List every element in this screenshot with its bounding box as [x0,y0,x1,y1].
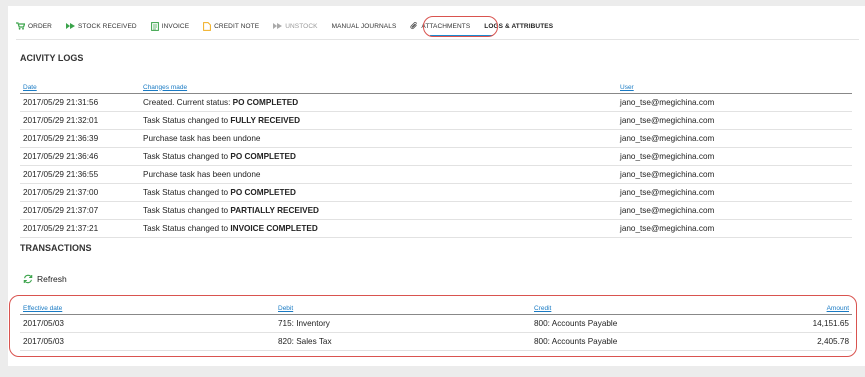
change-text: Purchase task has been undone [143,134,261,143]
tab-label: ORDER [28,22,52,30]
tab-manual-journals[interactable]: MANUAL JOURNALS [332,23,397,30]
invoice-icon [150,21,159,31]
tab-label: CREDIT NOTE [214,22,260,30]
note-icon [203,21,212,31]
refresh-label: Refresh [37,274,67,284]
tab-invoice[interactable]: INVOICE [150,21,190,31]
credit-column-header[interactable]: Credit [534,305,551,312]
log-user: jano_tse@megichina.com [617,129,852,148]
table-row: 2017/05/29 21:32:01 Task Status changed … [20,111,852,130]
tab-order[interactable]: ORDER [16,22,52,30]
log-change: Task Status changed to INVOICE COMPLETED [140,219,617,238]
refresh-button[interactable]: Refresh [23,274,67,284]
tx-amount: 2,405.78 [731,332,852,351]
log-change: Purchase task has been undone [140,165,617,184]
change-text: Task Status changed to [143,116,231,125]
table-header-row: Date Changes made User [20,79,852,94]
table-header-row: Effective date Debit Credit Amount [20,300,852,315]
tab-label: INVOICE [161,22,190,30]
main-panel: ORDER STOCK RECEIVED INVOICE CREDIT NOTE… [8,6,865,366]
paperclip-icon [410,22,418,30]
log-date: 2017/05/29 21:37:21 [20,219,140,238]
truck-icon [273,22,283,30]
log-date: 2017/05/29 21:32:01 [20,111,140,130]
activity-logs-title: ACIVITY LOGS [20,53,84,63]
log-date: 2017/05/29 21:36:39 [20,129,140,148]
tab-label: STOCK RECEIVED [77,22,137,30]
change-text: Created. Current status: [143,98,233,107]
table-row: 2017/05/29 21:37:07 Task Status changed … [20,201,852,220]
effective-date-column-header[interactable]: Effective date [23,305,62,312]
log-user: jano_tse@megichina.com [617,201,852,220]
activity-logs-table: Date Changes made User 2017/05/29 21:31:… [20,79,852,238]
log-date: 2017/05/29 21:31:56 [20,93,140,112]
table-row: 2017/05/03 820: Sales Tax 800: Accounts … [20,332,852,351]
log-change: Task Status changed to FULLY RECEIVED [140,111,617,130]
change-text: Task Status changed to [143,152,231,161]
tab-label: MANUAL JOURNALS [331,22,397,30]
debit-column-header[interactable]: Debit [278,305,293,312]
table-row: 2017/05/29 21:36:55 Purchase task has be… [20,165,852,184]
tx-amount: 14,151.65 [731,314,852,333]
changes-column-header[interactable]: Changes made [143,84,187,91]
log-change: Created. Current status: PO COMPLETED [140,93,617,112]
change-status: PO COMPLETED [230,188,296,197]
tab-divider [16,39,859,40]
log-user: jano_tse@megichina.com [617,93,852,112]
log-change: Task Status changed to PARTIALLY RECEIVE… [140,201,617,220]
table-row: 2017/05/29 21:36:39 Purchase task has be… [20,129,852,148]
change-text: Purchase task has been undone [143,170,261,179]
log-change: Task Status changed to PO COMPLETED [140,183,617,202]
table-row: 2017/05/29 21:36:46 Task Status changed … [20,147,852,166]
log-change: Purchase task has been undone [140,129,617,148]
tx-debit: 820: Sales Tax [275,332,531,351]
log-change: Task Status changed to PO COMPLETED [140,147,617,166]
change-status: PARTIALLY RECEIVED [230,206,319,215]
tx-debit: 715: Inventory [275,314,531,333]
tab-label: UNSTOCK [285,22,318,30]
log-user: jano_tse@megichina.com [617,183,852,202]
tx-effective-date: 2017/05/03 [20,332,275,351]
log-user: jano_tse@megichina.com [617,111,852,130]
change-status: INVOICE COMPLETED [230,224,318,233]
log-date: 2017/05/29 21:36:55 [20,165,140,184]
truck-icon [65,22,75,30]
tx-credit: 800: Accounts Payable [531,314,731,333]
table-row: 2017/05/29 21:31:56 Created. Current sta… [20,93,852,112]
transactions-table: Effective date Debit Credit Amount 2017/… [20,300,852,351]
change-text: Task Status changed to [143,188,231,197]
change-text: Task Status changed to [143,206,231,215]
tx-effective-date: 2017/05/03 [20,314,275,333]
table-row: 2017/05/29 21:37:00 Task Status changed … [20,183,852,202]
refresh-icon [23,274,33,284]
change-status: PO COMPLETED [232,98,299,107]
log-date: 2017/05/29 21:37:07 [20,201,140,220]
change-status: PO COMPLETED [230,152,296,161]
log-user: jano_tse@megichina.com [617,165,852,184]
amount-column-header[interactable]: Amount [827,305,849,312]
tx-credit: 800: Accounts Payable [531,332,731,351]
table-row: 2017/05/29 21:37:21 Task Status changed … [20,219,852,238]
log-date: 2017/05/29 21:37:00 [20,183,140,202]
table-row: 2017/05/03 715: Inventory 800: Accounts … [20,314,852,333]
tab-credit-note[interactable]: CREDIT NOTE [203,21,260,31]
change-text: Task Status changed to [143,224,231,233]
user-column-header[interactable]: User [620,84,634,91]
tab-unstock[interactable]: UNSTOCK [273,22,317,30]
tab-stock-received[interactable]: STOCK RECEIVED [65,22,137,30]
log-date: 2017/05/29 21:36:46 [20,147,140,166]
log-user: jano_tse@megichina.com [617,147,852,166]
date-column-header[interactable]: Date [23,84,37,91]
log-user: jano_tse@megichina.com [617,219,852,238]
change-status: FULLY RECEIVED [230,116,300,125]
transactions-title: TRANSACTIONS [20,243,92,253]
active-tab-highlight-outline [423,16,498,37]
cart-icon [16,22,25,30]
